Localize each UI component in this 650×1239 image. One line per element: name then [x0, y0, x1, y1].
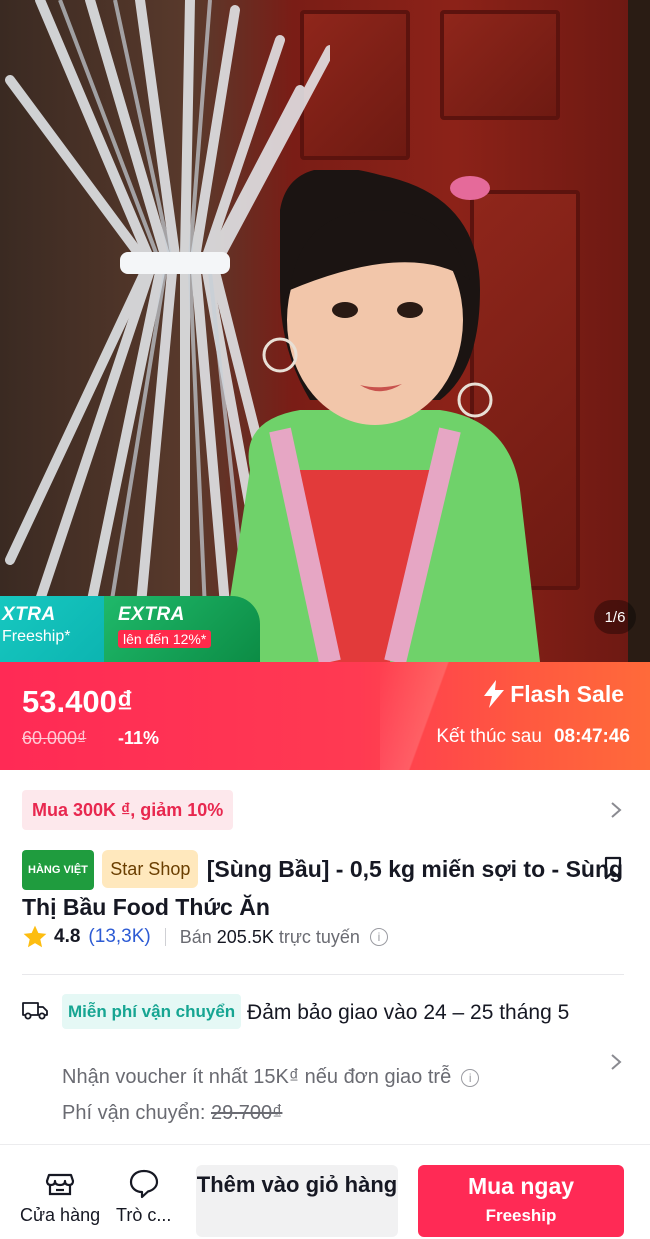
rating-row: 4.8 (13,3K) Bán 205.5K trực tuyến i [22, 924, 388, 950]
chat-button[interactable]: Trò c... [116, 1167, 171, 1226]
bottom-action-bar: Cửa hàng Trò c... Thêm vào giỏ hàng Mua … [0, 1144, 650, 1239]
buy-now-button[interactable]: Mua ngay Freeship [418, 1165, 624, 1237]
separator [164, 928, 166, 946]
divider [22, 974, 624, 975]
delivery-guarantee: Đảm bảo giao vào 24 – 25 tháng 5 [247, 1001, 570, 1024]
chat-label: Trò c... [116, 1205, 172, 1225]
chevron-right-icon[interactable] [610, 1053, 622, 1071]
chevron-right-icon [611, 802, 622, 818]
flash-sale-label: Flash Sale [484, 680, 624, 708]
bar-decoration [380, 662, 510, 770]
late-delivery-voucher-note: Nhận voucher ít nhất 15K₫ nếu đơn giao t… [62, 1066, 480, 1089]
flash-sale-text: Flash Sale [510, 680, 624, 707]
add-to-cart-button[interactable]: Thêm vào giỏ hàng [196, 1165, 398, 1237]
xtra-title: XTRA [2, 604, 56, 625]
countdown: Kết thúc sau 08:47:46 [436, 726, 630, 748]
door-edge [628, 0, 650, 662]
shop-label: Cửa hàng [20, 1205, 101, 1225]
model-person-illustration [220, 170, 540, 662]
info-icon[interactable]: i [461, 1068, 480, 1087]
flash-sale-price-bar: 53.400₫ 60.000₫ -11% Flash Sale Kết thúc… [0, 662, 650, 770]
rating-value: 4.8 [54, 926, 81, 947]
discount-percent: -11% [118, 728, 160, 748]
product-title-block: HÀNG VIỆT Star Shop [Sùng Bầu] - 0,5 kg … [22, 850, 628, 924]
origin-badge: HÀNG VIỆT [22, 850, 94, 890]
countdown-label: Kết thúc sau [436, 726, 542, 747]
voucher-badge[interactable]: Mua 300K ₫, giảm 10% [22, 790, 234, 830]
bookmark-icon[interactable] [604, 856, 622, 880]
review-count-link[interactable]: (13,3K) [88, 926, 150, 948]
countdown-time: 08:47:46 [553, 726, 630, 747]
sold-value: 205.5K [216, 926, 274, 947]
star-icon [23, 925, 47, 948]
extra-title: EXTRA [118, 604, 185, 625]
truck-icon [22, 1002, 48, 1020]
xtra-freeship-badge: XTRA Freeship* [0, 596, 118, 662]
shop-button[interactable]: Cửa hàng [20, 1167, 100, 1226]
image-counter: 1/6 [594, 600, 636, 634]
extra-subtitle: lên đến 12%* [118, 630, 212, 648]
buy-now-label: Mua ngay [467, 1173, 575, 1199]
lightning-icon [484, 680, 505, 708]
current-price: 53.400₫ [22, 684, 133, 719]
buy-now-sublabel: Freeship [485, 1206, 557, 1225]
free-shipping-tag: Miễn phí vận chuyển [62, 994, 242, 1029]
product-image[interactable]: XTRA Freeship* EXTRA lên đến 12%* 1/6 [0, 0, 650, 662]
shipping-fee: Phí vận chuyển: 29.700₫ [62, 1102, 282, 1125]
shipping-fee-old: 29.700₫ [211, 1102, 283, 1124]
original-price: 60.000₫ [22, 728, 87, 748]
door-panel-top-right [440, 10, 560, 120]
shop-icon [45, 1173, 75, 1196]
chat-bubble-icon [129, 1169, 158, 1199]
xtra-subtitle: Freeship* [2, 628, 71, 645]
voucher-note-text: Nhận voucher ít nhất 15K₫ nếu đơn giao t… [62, 1066, 452, 1088]
sold-prefix: Bán [179, 926, 212, 947]
shipping-fee-label: Phí vận chuyển: [62, 1102, 206, 1124]
info-icon[interactable]: i [369, 928, 388, 946]
sold-count: Bán 205.5K trực tuyến [180, 927, 360, 948]
extra-discount-badge: EXTRA lên đến 12%* [104, 596, 260, 662]
shop-name-badge[interactable]: Star Shop [102, 850, 199, 888]
shipping-info[interactable]: Miễn phí vận chuyển Đảm bảo giao vào 24 … [62, 994, 572, 1029]
voucher-row[interactable]: Mua 300K ₫, giảm 10% [0, 786, 650, 834]
sold-suffix: trực tuyến [278, 926, 360, 947]
